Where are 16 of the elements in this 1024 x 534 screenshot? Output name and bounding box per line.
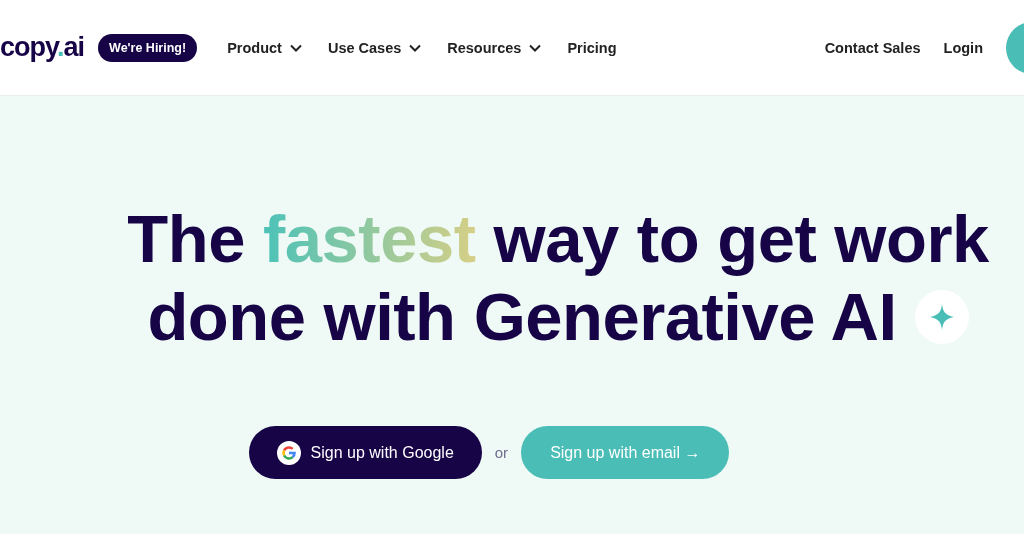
- headline: done with Generative AI: [147, 278, 897, 356]
- nav-item[interactable]: Use Cases: [327, 39, 422, 56]
- logo[interactable]: copy.ai: [0, 32, 85, 63]
- google-icon: [276, 440, 301, 465]
- chevron-down-icon: [289, 43, 302, 52]
- google-signup-button[interactable]: Sign up with Google: [248, 426, 482, 479]
- nav-item[interactable]: Pricing: [567, 39, 617, 56]
- nav-link[interactable]: Contact Sales: [824, 39, 921, 56]
- nav-item[interactable]: Resources: [447, 39, 542, 56]
- nav-item[interactable]: Product: [227, 39, 302, 56]
- separator-text: or: [494, 444, 509, 461]
- chevron-down-icon: [409, 43, 422, 52]
- headline: The fastest way to get work: [127, 200, 989, 278]
- hiring-badge[interactable]: We're Hiring!: [98, 33, 198, 62]
- nav-link[interactable]: Login: [943, 39, 983, 56]
- chevron-down-icon: [529, 43, 542, 52]
